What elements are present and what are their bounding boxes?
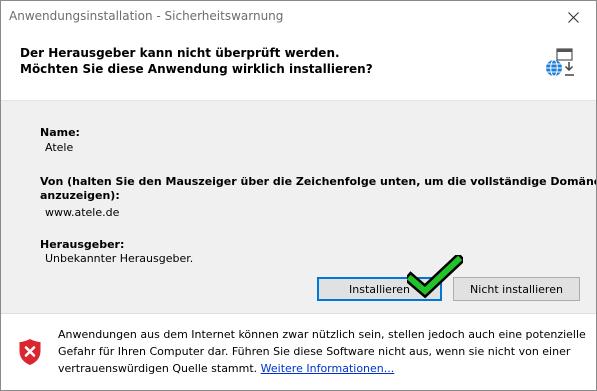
from-label-line-1: Von (halten Sie den Mauszeiger über die … (40, 175, 597, 188)
footer-line-1: Anwendungen aus dem Internet können zwar… (58, 328, 586, 341)
close-button[interactable] (550, 1, 596, 33)
name-value: Atele (45, 141, 74, 154)
from-label-line-2: anzuzeigen): (40, 189, 120, 202)
name-label: Name: (40, 126, 80, 139)
dont-install-button[interactable]: Nicht installieren (453, 277, 580, 301)
footer-line-3-text: vertrauenswürdigen Quelle stammt. (58, 362, 261, 375)
from-domain-value[interactable]: www.atele.de (45, 206, 119, 219)
window-title: Anwendungsinstallation - Sicherheitswarn… (9, 9, 284, 23)
install-button[interactable]: Installieren (317, 277, 442, 301)
publisher-label: Herausgeber: (40, 238, 125, 251)
footer-line-2: Gefahr für Ihren Computer dar. Führen Si… (58, 345, 571, 358)
footer-line-3: vertrauenswürdigen Quelle stammt. Weiter… (58, 360, 586, 377)
header-line-1: Der Herausgeber kann nicht überprüft wer… (20, 46, 340, 60)
security-footer: Anwendungen aus dem Internet können zwar… (1, 313, 596, 390)
details-panel: Name: Atele Von (halten Sie den Mauszeig… (1, 100, 596, 313)
footer-warning-text: Anwendungen aus dem Internet können zwar… (58, 326, 586, 377)
title-bar: Anwendungsinstallation - Sicherheitswarn… (1, 1, 596, 33)
web-install-icon (546, 48, 574, 77)
publisher-value: Unbekannter Herausgeber. (45, 252, 194, 265)
close-icon (567, 11, 579, 23)
security-warning-dialog: Anwendungsinstallation - Sicherheitswarn… (0, 0, 597, 391)
shield-warning-icon (19, 339, 41, 365)
dialog-header: Der Herausgeber kann nicht überprüft wer… (1, 33, 596, 100)
header-line-2: Möchten Sie diese Anwendung wirklich ins… (20, 62, 373, 76)
more-info-link[interactable]: Weitere Informationen... (261, 362, 395, 375)
